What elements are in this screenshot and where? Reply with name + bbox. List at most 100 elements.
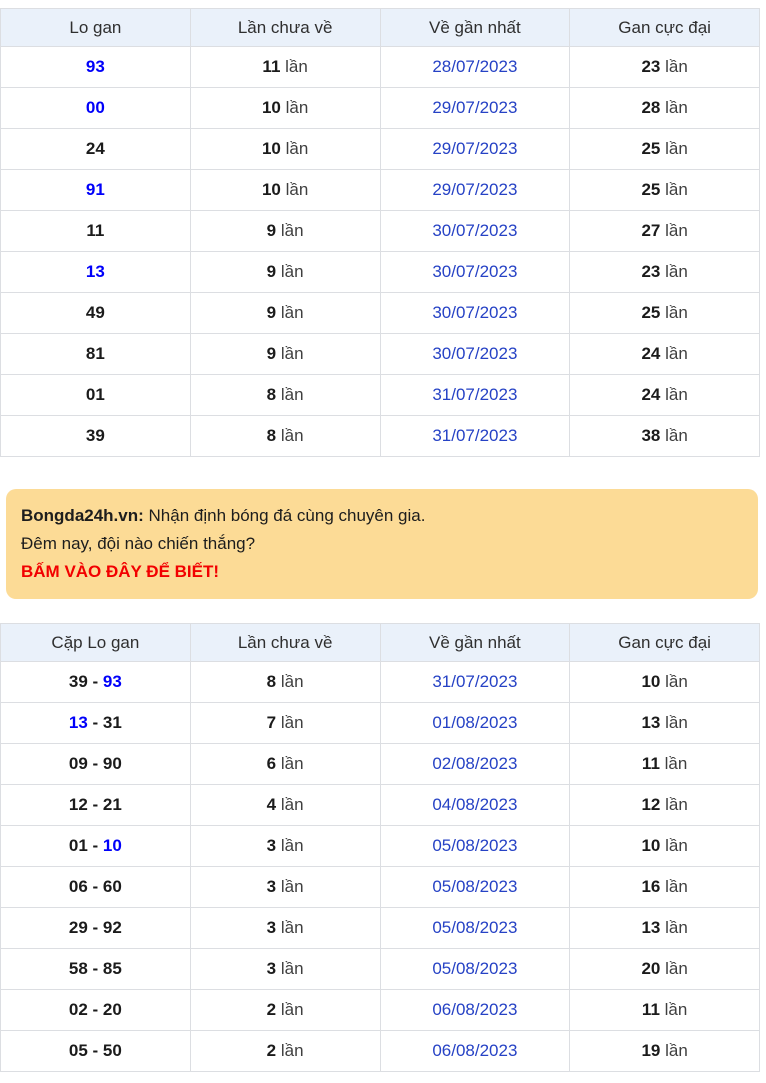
banner-brand: Bongda24h.vn: (21, 506, 144, 525)
pair-numbers: 05 - 50 (0, 1030, 191, 1072)
missed-unit: lần (280, 385, 304, 404)
last-seen-date-link[interactable]: 28/07/2023 (432, 57, 517, 76)
last-seen-date-link[interactable]: 29/07/2023 (432, 139, 517, 158)
missed-count: 4 (266, 795, 277, 814)
table-row: 11 9 lần 30/07/2023 27 lần (0, 210, 760, 252)
lo-gan-number[interactable]: 93 (86, 57, 105, 76)
max-gan-unit: lần (665, 262, 688, 281)
max-gan-unit: lần (665, 795, 688, 814)
pair-lo-gan-table: Cặp Lo gan Lần chưa về Về gần nhất Gan c… (0, 623, 760, 1072)
max-gan-count: 27 (641, 221, 661, 240)
pair-numbers: 06 - 60 (0, 866, 191, 908)
table-row: 01 - 10 3 lần 05/08/2023 10 lần (0, 825, 760, 867)
max-gan-unit: lần (665, 344, 688, 363)
max-gan-unit: lần (664, 754, 688, 773)
banner-line-2: Đêm nay, đội nào chiến thắng? (21, 534, 256, 553)
last-seen-date-link[interactable]: 30/07/2023 (432, 303, 517, 322)
col-header-lo-gan: Lo gan (0, 8, 191, 47)
last-seen-date-link[interactable]: 31/07/2023 (432, 426, 517, 445)
last-seen-date-link[interactable]: 29/07/2023 (432, 98, 517, 117)
missed-count: 2 (266, 1041, 277, 1060)
pair-number-2: 31 (102, 713, 122, 732)
lo-gan-number: 49 (85, 303, 105, 322)
last-seen-date-link[interactable]: 04/08/2023 (432, 795, 517, 814)
banner-cta-link[interactable]: BẤM VÀO ĐÂY ĐỂ BIẾT! (21, 558, 743, 586)
table-row: 24 10 lần 29/07/2023 25 lần (0, 128, 760, 170)
table-row: 12 - 21 4 lần 04/08/2023 12 lần (0, 784, 760, 826)
pair-numbers: 13 - 31 (0, 702, 191, 744)
last-seen-date-link[interactable]: 05/08/2023 (432, 877, 517, 896)
missed-unit: lần (280, 221, 304, 240)
table-row: 00 10 lần 29/07/2023 28 lần (0, 87, 760, 129)
col-header-lan-chua-ve: Lần chưa về (189, 623, 381, 662)
pair-separator: - (87, 1000, 103, 1019)
lo-gan-number[interactable]: 13 (86, 262, 105, 281)
pair-numbers: 01 - 10 (0, 825, 191, 867)
max-gan-count: 11 (641, 1000, 660, 1019)
last-seen-date-link[interactable]: 30/07/2023 (432, 262, 517, 281)
last-seen-date-link[interactable]: 02/08/2023 (432, 754, 517, 773)
last-seen-date-link[interactable]: 05/08/2023 (432, 836, 517, 855)
last-seen-date-link[interactable]: 30/07/2023 (432, 344, 517, 363)
max-gan-unit: lần (665, 713, 688, 732)
pair-number-1: 29 (68, 918, 88, 937)
missed-count: 8 (266, 672, 277, 691)
table-row: 49 9 lần 30/07/2023 25 lần (0, 292, 760, 334)
last-seen-date-link[interactable]: 29/07/2023 (432, 180, 517, 199)
last-seen-date-link[interactable]: 05/08/2023 (432, 959, 517, 978)
col-header-gan-cuc-dai: Gan cực đại (569, 623, 760, 662)
max-gan-count: 25 (641, 303, 661, 322)
promo-banner[interactable]: Bongda24h.vn: Nhận định bóng đá cùng chu… (6, 489, 758, 599)
lo-gan-number[interactable]: 00 (86, 98, 105, 117)
max-gan-unit: lần (665, 877, 688, 896)
last-seen-date-link[interactable]: 06/08/2023 (432, 1041, 517, 1060)
missed-unit: lần (280, 713, 304, 732)
col-header-lan-chua-ve: Lần chưa về (189, 8, 381, 47)
max-gan-count: 19 (641, 1041, 661, 1060)
table-row: 39 8 lần 31/07/2023 38 lần (0, 415, 760, 457)
max-gan-unit: lần (665, 836, 688, 855)
lo-gan-number[interactable]: 91 (86, 180, 105, 199)
missed-unit: lần (285, 180, 309, 199)
lo-gan-table: Lo gan Lần chưa về Về gần nhất Gan cực đ… (0, 8, 760, 457)
missed-unit: lần (280, 877, 304, 896)
pair-number-1[interactable]: 13 (69, 713, 88, 732)
last-seen-date-link[interactable]: 31/07/2023 (432, 385, 517, 404)
missed-unit: lần (280, 672, 304, 691)
last-seen-date-link[interactable]: 01/08/2023 (432, 713, 517, 732)
pair-number-2[interactable]: 10 (103, 836, 122, 855)
pair-number-2: 50 (102, 1041, 122, 1060)
missed-count: 8 (266, 426, 277, 445)
max-gan-unit: lần (665, 303, 688, 322)
max-gan-unit: lần (665, 98, 688, 117)
max-gan-count: 28 (641, 98, 661, 117)
lo-gan-statistics-page: Lo gan Lần chưa về Về gần nhất Gan cực đ… (0, 0, 766, 1072)
missed-count: 9 (266, 344, 277, 363)
last-seen-date-link[interactable]: 31/07/2023 (432, 672, 517, 691)
missed-count: 9 (266, 303, 277, 322)
pair-numbers: 58 - 85 (0, 948, 191, 990)
max-gan-unit: lần (665, 959, 688, 978)
pair-number-2: 20 (102, 1000, 122, 1019)
max-gan-count: 23 (641, 262, 661, 281)
pair-numbers: 29 - 92 (0, 907, 191, 949)
missed-unit: lần (280, 754, 304, 773)
max-gan-count: 20 (641, 959, 661, 978)
last-seen-date-link[interactable]: 05/08/2023 (432, 918, 517, 937)
pair-numbers: 09 - 90 (0, 743, 191, 785)
missed-count: 3 (266, 877, 277, 896)
missed-unit: lần (285, 57, 308, 76)
missed-unit: lần (280, 262, 304, 281)
missed-unit: lần (280, 1000, 304, 1019)
max-gan-count: 11 (641, 754, 660, 773)
last-seen-date-link[interactable]: 30/07/2023 (432, 221, 517, 240)
pair-number-1: 12 (68, 795, 88, 814)
pair-number-1: 06 (68, 877, 88, 896)
pair-number-2[interactable]: 93 (103, 672, 122, 691)
last-seen-date-link[interactable]: 06/08/2023 (432, 1000, 517, 1019)
table-row: 01 8 lần 31/07/2023 24 lần (0, 374, 760, 416)
max-gan-count: 10 (641, 836, 661, 855)
banner-line-1: Bongda24h.vn: Nhận định bóng đá cùng chu… (21, 502, 743, 530)
max-gan-unit: lần (665, 385, 688, 404)
max-gan-count: 12 (641, 795, 661, 814)
